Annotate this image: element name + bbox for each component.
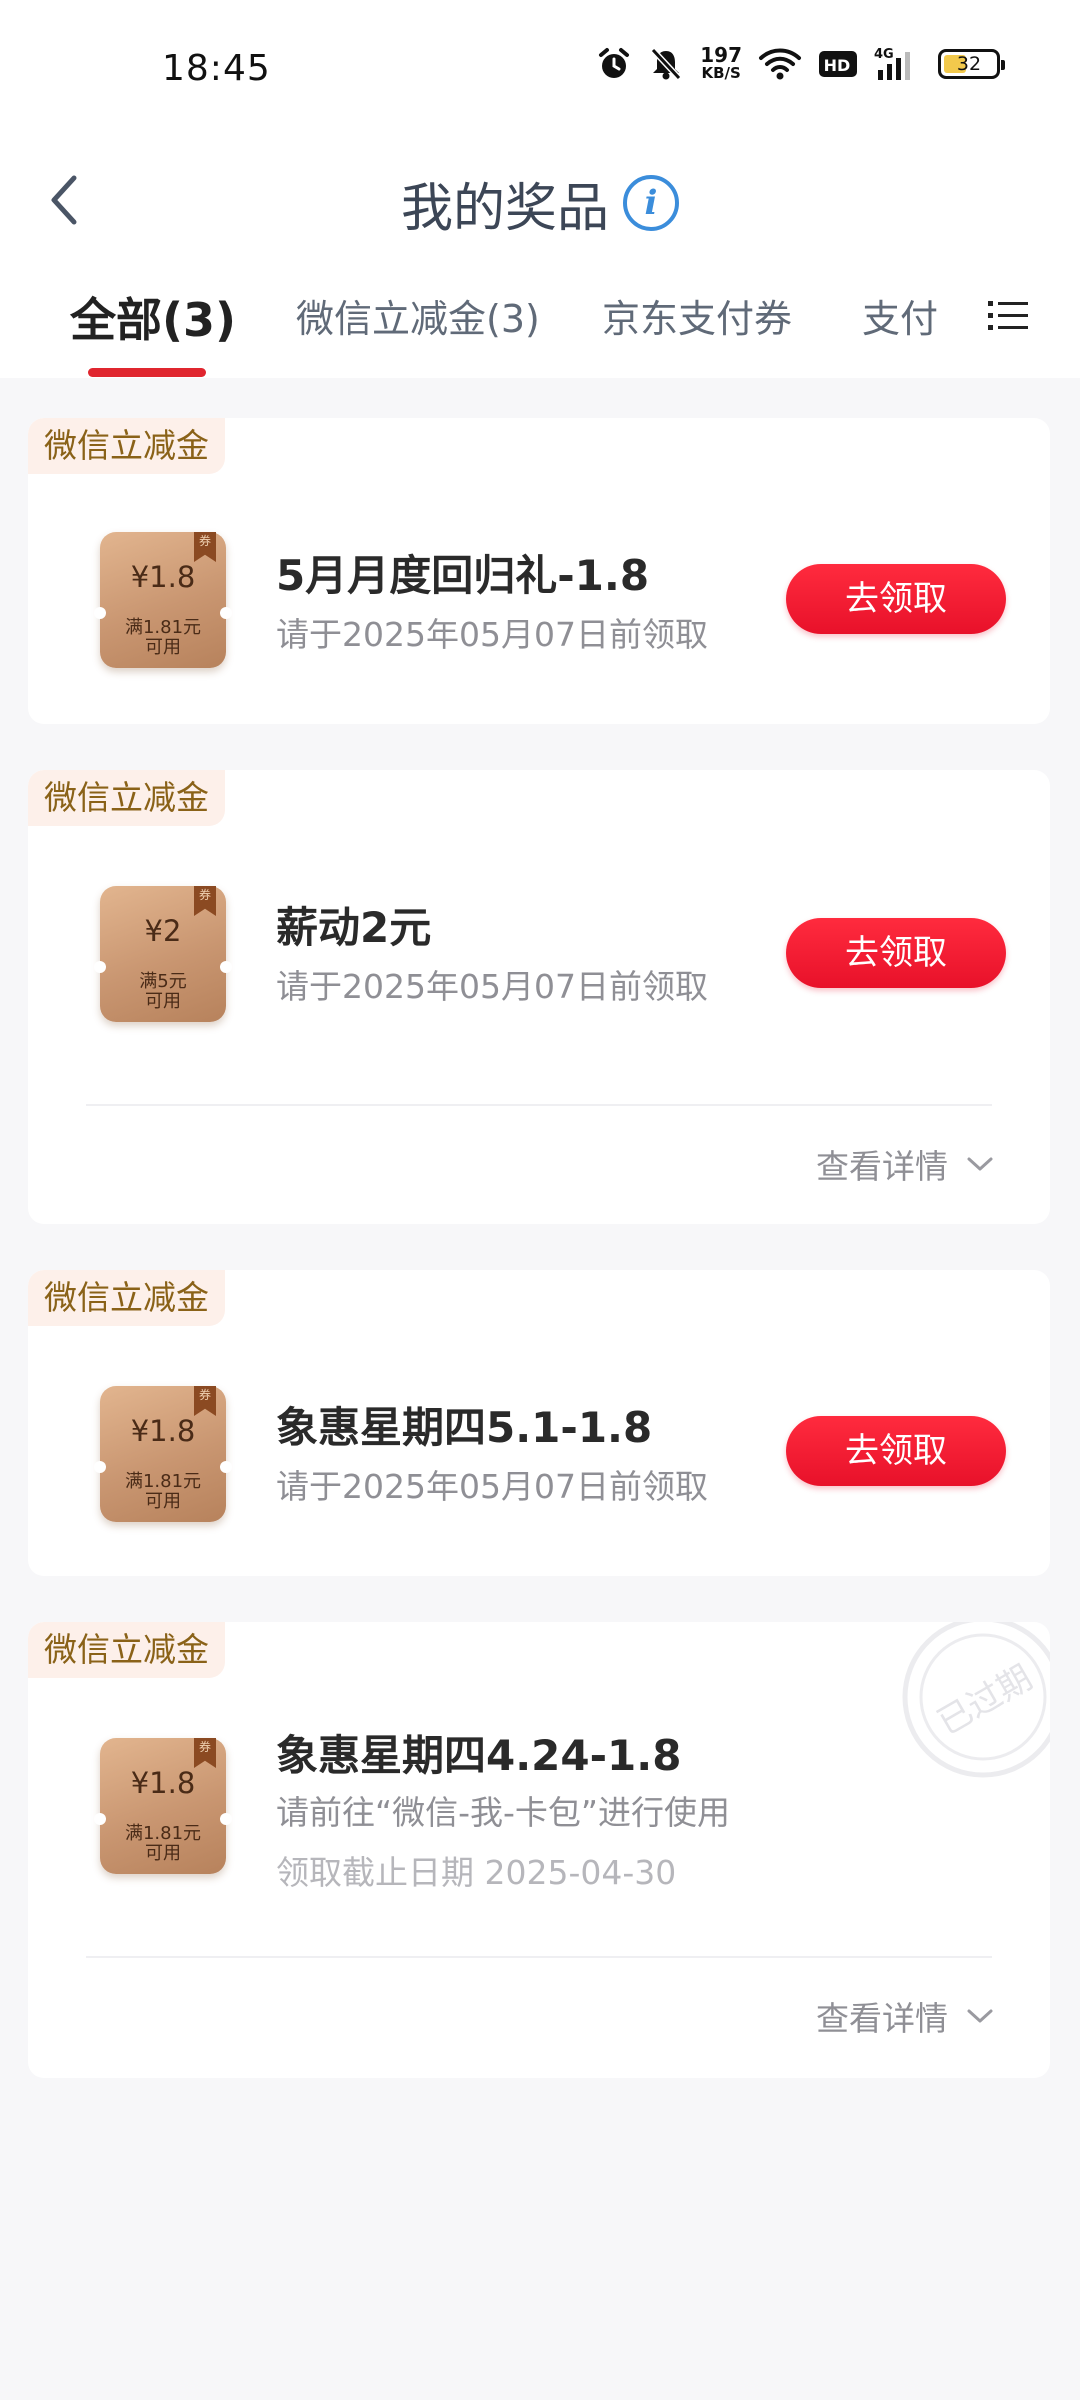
card-divider <box>86 1956 992 1958</box>
coupon-condition: 满1.81元 可用 <box>100 618 226 658</box>
coupon-amount: ¥1.8 <box>130 1766 196 1800</box>
coupon-badge: 券 <box>194 1386 216 1416</box>
tab-all[interactable]: 全部(3) <box>70 284 236 350</box>
coupon-condition: 满5元 可用 <box>100 972 226 1012</box>
battery-icon: 32 <box>938 49 1005 79</box>
claim-button[interactable]: 去领取 <box>786 1416 1006 1486</box>
hd-label: HD <box>824 56 851 75</box>
coupon-notch <box>220 1461 232 1473</box>
net-speed-unit: KB/S <box>701 64 741 82</box>
silent-bell-icon <box>651 47 682 81</box>
coupon-condition-line2: 可用 <box>145 637 181 658</box>
coupon-condition-line1: 满1.81元 <box>124 617 202 638</box>
status-time: 18:45 <box>162 48 271 89</box>
coupon-notch <box>94 607 106 619</box>
coupon-notch <box>94 1461 106 1473</box>
coupon-thumbnail: 券 ¥1.8 满1.81元 可用 <box>94 532 232 668</box>
chevron-down-icon <box>967 1157 993 1171</box>
card-divider <box>86 1104 992 1106</box>
net-speed-value: 197 <box>700 43 742 67</box>
coupon-notch <box>220 607 232 619</box>
coupon-condition-line1: 满1.81元 <box>124 1471 202 1492</box>
nav-bar: 我的奖品 i <box>0 140 1080 270</box>
coupon-condition: 满1.81元 可用 <box>100 1472 226 1512</box>
coupon-condition-line1: 满5元 <box>139 971 187 992</box>
prize-tag: 微信立减金 <box>28 418 225 474</box>
coupon-amount: ¥2 <box>144 914 182 948</box>
prize-title: 薪动2元 <box>276 903 432 952</box>
tab-wechat-discount[interactable]: 微信立减金(3) <box>296 288 540 343</box>
view-details-button[interactable]: 查看详情 <box>816 1992 994 2040</box>
coupon-notch <box>220 1813 232 1825</box>
title-wrap: 我的奖品 i <box>0 148 1080 258</box>
coupon-amount: ¥1.8 <box>130 560 196 594</box>
signal-icon: 4G <box>874 47 910 80</box>
view-details-label: 查看详情 <box>816 1147 948 1186</box>
coupon-amount: ¥1.8 <box>130 1414 196 1448</box>
status-icons: 197 KB/S HD 4G 32 <box>596 43 1005 82</box>
prize-card: 微信立减金 券 ¥1.8 满1.81元 可用 5月月度回归礼-1.8 请于202… <box>28 418 1050 724</box>
prize-card: 微信立减金 券 ¥1.8 满1.81元 可用 象惠星期四5.1-1.8 请于20… <box>28 1270 1050 1576</box>
expired-stamp-text: 已过期 <box>931 1658 1039 1744</box>
page-title: 我的奖品 <box>400 178 609 239</box>
network-type: 4G <box>874 47 894 62</box>
prize-card: 微信立减金 券 ¥2 满5元 可用 薪动2元 请于2025年05月07日前领取 … <box>28 770 1050 1224</box>
hd-icon: HD <box>819 51 857 77</box>
tab-active-indicator <box>88 368 206 377</box>
coupon-thumbnail: 券 ¥1.8 满1.81元 可用 <box>94 1738 232 1874</box>
tab-payment[interactable]: 支付 <box>862 288 938 343</box>
claim-button[interactable]: 去领取 <box>786 918 1006 988</box>
prize-tag: 微信立减金 <box>28 1270 225 1326</box>
coupon-condition-line1: 满1.81元 <box>124 1823 202 1844</box>
tab-jd-pay-coupon[interactable]: 京东支付券 <box>602 288 792 343</box>
status-bar: 18:45 197 KB/S HD 4G 32 <box>0 0 1080 140</box>
alarm-icon <box>599 48 630 78</box>
tab-bar: 全部(3) 微信立减金(3) 京东支付券 支付 <box>0 270 1080 378</box>
coupon-badge: 券 <box>194 886 216 916</box>
battery-level: 32 <box>956 53 982 75</box>
expired-stamp: 已过期 <box>902 1622 1050 1778</box>
coupon-condition-line2: 可用 <box>145 1491 181 1512</box>
coupon-notch <box>94 1813 106 1825</box>
prize-tag: 微信立减金 <box>28 770 225 826</box>
view-details-button[interactable]: 查看详情 <box>816 1140 994 1188</box>
net-speed: 197 KB/S <box>700 43 742 82</box>
claim-button[interactable]: 去领取 <box>786 564 1006 634</box>
prize-expiry: 请于2025年05月07日前领取 <box>276 1467 708 1506</box>
coupon-notch <box>94 961 106 973</box>
prize-title: 5月月度回归礼-1.8 <box>276 551 650 600</box>
prize-tag: 微信立减金 <box>28 1622 225 1678</box>
chevron-down-icon <box>967 2009 993 2023</box>
prize-title: 象惠星期四5.1-1.8 <box>276 1403 653 1452</box>
coupon-condition-line2: 可用 <box>145 991 181 1012</box>
prize-expiry: 请于2025年05月07日前领取 <box>276 967 708 1006</box>
prize-title: 象惠星期四4.24-1.8 <box>276 1731 682 1780</box>
coupon-thumbnail: 券 ¥1.8 满1.81元 可用 <box>94 1386 232 1522</box>
coupon-condition-line2: 可用 <box>145 1843 181 1864</box>
coupon-badge: 券 <box>194 1738 216 1768</box>
prize-expiry: 请于2025年05月07日前领取 <box>276 615 708 654</box>
coupon-badge: 券 <box>194 532 216 562</box>
coupon-condition: 满1.81元 可用 <box>100 1824 226 1864</box>
prize-usage-hint: 请前往“微信-我-卡包”进行使用 <box>276 1793 731 1832</box>
wifi-icon <box>759 48 801 80</box>
prize-deadline: 领取截止日期 2025-04-30 <box>276 1853 677 1892</box>
coupon-thumbnail: 券 ¥2 满5元 可用 <box>94 886 232 1022</box>
prize-card-expired: 微信立减金 已过期 券 ¥1.8 满1.81元 可用 象惠星期四4.24-1.8… <box>28 1622 1050 2078</box>
coupon-notch <box>220 961 232 973</box>
info-circle-icon[interactable]: i <box>623 175 679 231</box>
view-details-label: 查看详情 <box>816 1999 948 2038</box>
list-menu-icon[interactable] <box>986 294 1030 338</box>
